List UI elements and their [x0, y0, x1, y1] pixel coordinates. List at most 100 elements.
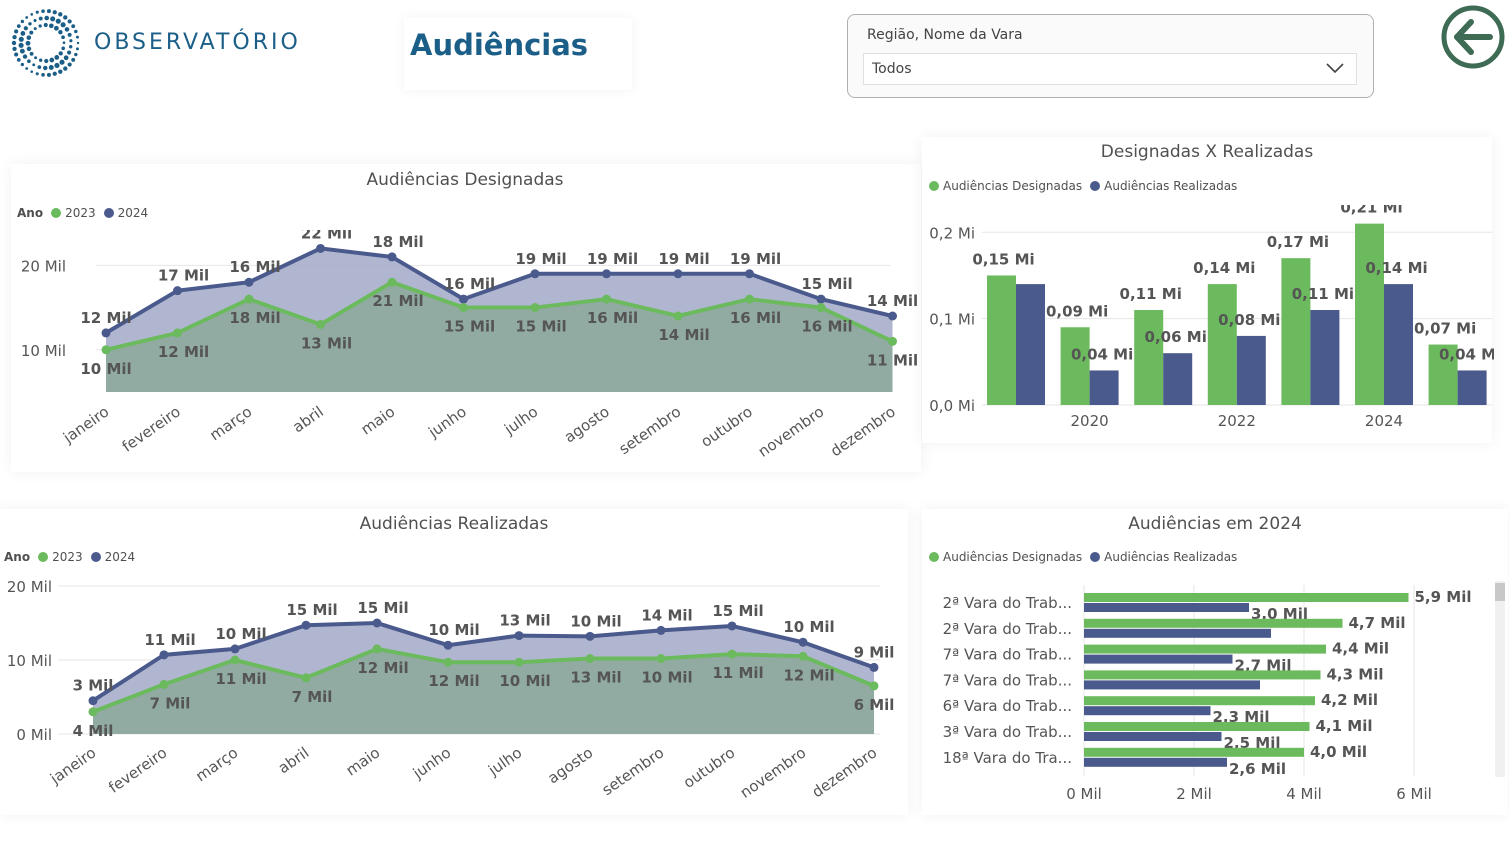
logo-dot: [28, 22, 32, 26]
filter-slicer: Região, Nome da Vara Todos: [847, 14, 1374, 98]
data-label-2023: 10 Mil: [80, 360, 131, 378]
data-label-designadas: 4,2 Mil: [1321, 691, 1378, 709]
data-label-2023: 12 Mil: [428, 672, 479, 690]
point-2023: [301, 673, 311, 683]
data-label-designadas: 4,0 Mil: [1310, 743, 1367, 761]
logo-dot: [58, 30, 63, 35]
legend-title: Ano: [17, 206, 44, 220]
data-label-2023: 16 Mil: [730, 309, 781, 327]
dxr-chart: 0,0 Mi 0,1 Mi 0,2 Mi 0,15 Mi 0,09 Mi 0,04 Mi 0…: [929, 205, 1494, 430]
logo-dot: [53, 25, 59, 31]
data-label-2024: 10 Mil: [428, 621, 479, 639]
data-label-2024: 22 Mil: [301, 230, 352, 242]
x-tick-label: junho: [409, 744, 454, 783]
data-label-realizadas: 0,06 Mi: [1145, 328, 1207, 346]
point-2023: [387, 277, 397, 287]
back-arrow-icon[interactable]: [1440, 4, 1506, 70]
data-label-2024: 16 Mil: [444, 275, 495, 293]
logo-dot: [44, 58, 49, 64]
legend-dot-designadas: [929, 552, 939, 562]
logo-dot: [59, 59, 65, 65]
dxr-legend: Audiências Designadas Audiências Realiza…: [929, 179, 1237, 193]
bar-designadas: [987, 275, 1016, 405]
data-label-2024: 19 Mil: [587, 250, 638, 268]
data-label-2024: 14 Mil: [641, 606, 692, 624]
logo-dot: [71, 57, 76, 62]
legend-designadas: Audiências Designadas: [943, 179, 1083, 193]
legend-2023: 2023: [52, 550, 83, 564]
logo-dot: [33, 27, 37, 31]
designadas-chart: 10 Mil 20 Mil 12 Mil 17 Mil 16 Mil 22 Mil 18 M…: [21, 230, 918, 461]
realizadas-legend: Ano 2023 2024: [4, 550, 135, 564]
data-label-2023: 12 Mil: [783, 666, 834, 684]
logo-dot: [22, 54, 28, 59]
legend-2024: 2024: [104, 550, 136, 564]
logo-dot: [18, 42, 24, 48]
dxr-title: Designadas X Realizadas: [1100, 142, 1314, 162]
logo-dot: [25, 40, 31, 46]
bar-realizadas: [1089, 370, 1119, 405]
point-2024: [230, 644, 240, 654]
logo-dot: [61, 46, 65, 51]
legend-title: Ano: [4, 550, 31, 564]
logo-dot: [20, 19, 25, 24]
logo-dot: [41, 73, 45, 77]
logo-dot: [34, 56, 38, 60]
logo-dot: [43, 22, 48, 28]
data-label-2023: 7 Mil: [292, 688, 333, 706]
point-2023: [173, 328, 182, 338]
data-label-2024: 10 Mil: [215, 625, 266, 643]
point-2024: [372, 618, 382, 628]
y-tick-label: 20 Mil: [7, 578, 52, 596]
data-label-2024: 17 Mil: [158, 267, 209, 285]
logo-dot: [11, 40, 17, 46]
filter-value: Todos: [872, 61, 912, 77]
logo-dot: [41, 9, 45, 13]
logo-dot: [64, 27, 70, 32]
logo-dot: [14, 52, 19, 57]
legend-designadas: Audiências Designadas: [943, 550, 1083, 564]
logo-dot: [32, 63, 36, 67]
logo-dot: [63, 15, 68, 20]
x-tick-label: abril: [289, 403, 327, 437]
point-2024: [673, 269, 683, 279]
bar-realizadas: [1457, 370, 1487, 405]
data-label-2023: 14 Mil: [658, 326, 709, 344]
x-tick-label: 2020: [1071, 412, 1109, 430]
data-label-2024: 15 Mil: [357, 599, 408, 617]
logo-dot: [43, 65, 48, 71]
legend-dot-realizadas: [1090, 181, 1101, 191]
point-2023: [159, 679, 169, 689]
data-label-2023: 12 Mil: [158, 343, 209, 361]
data-label-2024: 11 Mil: [144, 631, 195, 649]
logo-dot: [46, 72, 51, 77]
data-label-designadas: 0,14 Mi: [1193, 259, 1255, 277]
logo-dot: [29, 30, 34, 35]
logo-dot: [67, 32, 72, 37]
point-2023: [101, 345, 111, 355]
x-tick-label: 6 Mil: [1396, 785, 1432, 803]
point-2024: [530, 269, 540, 279]
data-label-2023: 16 Mil: [587, 309, 638, 327]
logo-dot: [39, 58, 43, 62]
logo-dot: [75, 47, 79, 51]
bar-designadas: [1281, 258, 1311, 405]
x-tick-label: março: [192, 744, 241, 786]
logo-dot: [18, 36, 24, 42]
x-tick-label: abril: [275, 744, 313, 778]
category-label: 2ª Vara do Trab...: [943, 620, 1072, 638]
bar-realizadas: [1016, 284, 1045, 405]
point-2023: [816, 303, 826, 313]
logo-dot: [44, 15, 50, 21]
logo-dot: [58, 12, 63, 17]
point-2024: [301, 620, 311, 630]
point-2024: [888, 311, 897, 321]
bar-realizadas: [1084, 680, 1260, 690]
point-2023: [656, 654, 666, 664]
bar-designadas: [1084, 722, 1310, 731]
legend-dot-2023: [51, 208, 62, 218]
x-tick-label: março: [206, 403, 255, 445]
data-label-designadas: 4,3 Mil: [1327, 665, 1384, 683]
point-2023: [673, 311, 683, 321]
filter-dropdown[interactable]: Todos: [863, 53, 1357, 85]
